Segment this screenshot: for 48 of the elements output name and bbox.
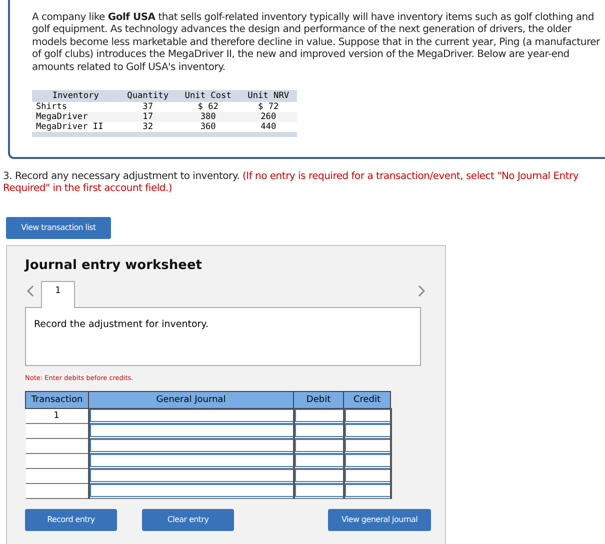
column-header: Transaction [26, 391, 88, 408]
table-cell: 17 [119, 112, 176, 122]
table-cell: 32 [119, 122, 176, 135]
debit-field[interactable] [294, 409, 342, 422]
column-header: Inventory [32, 90, 120, 102]
account-field[interactable] [90, 439, 292, 452]
question-text: 3. Record any necessary adjustment to inventory. (If no entry is required for a transaction/event, select "No Journal Entry Required" in the first account field.) [3, 171, 580, 196]
account-field[interactable] [90, 469, 292, 482]
table-cell: $ 62 [176, 102, 240, 112]
account-field[interactable] [90, 424, 292, 438]
transaction-cell: 1 [26, 408, 88, 424]
credit-field[interactable] [344, 409, 390, 422]
credit-field[interactable] [344, 484, 390, 498]
credit-field[interactable] [344, 469, 390, 482]
table-cell: 260 [240, 112, 297, 122]
table-cell: MegaDriver [32, 112, 120, 122]
action-button[interactable]: Clear entry [142, 508, 234, 531]
view-transaction-list-button[interactable]: View transaction list [6, 216, 111, 239]
table-cell: 37 [119, 102, 176, 112]
account-field[interactable] [90, 409, 292, 422]
debit-field[interactable] [294, 484, 342, 498]
debit-field[interactable] [294, 439, 342, 452]
table-cell: 440 [240, 122, 297, 135]
debit-field[interactable] [294, 454, 342, 468]
column-header: Unit NRV [240, 90, 297, 102]
column-header: Credit [344, 391, 390, 408]
problem-paragraph: A company like Golf USA that sells golf-related inventory typically will have inventory items such as golf clothing and golf equipment. As technology advances the design and performance of the next generation of drivers, the older models become less marketable and therefore decline in value. Suppose that in the current year, Ping (a manufacturer of golf clubs) introduces the MegaDriver II, the new and improved version of the MegaDriver. Below are year-end amounts related to Golf USA's inventory. [32, 12, 602, 74]
prompt-text: Record the adjustment for inventory. [33, 318, 210, 330]
column-header: Debit [294, 391, 344, 408]
entry-tab[interactable]: 1 [41, 280, 75, 308]
account-field[interactable] [90, 484, 292, 498]
account-field[interactable] [90, 454, 292, 468]
action-button[interactable]: Record entry [25, 508, 117, 531]
credit-field[interactable] [344, 454, 390, 468]
debit-field[interactable] [294, 469, 342, 482]
table-cell: MegaDriver II [32, 122, 120, 135]
debit-field[interactable] [294, 424, 342, 438]
column-header: Unit Cost [176, 90, 240, 102]
table-cell: 360 [176, 122, 240, 135]
worksheet-title: Journal entry worksheet [25, 258, 203, 273]
table-cell: 380 [176, 112, 240, 122]
table-cell: Shirts [32, 102, 120, 112]
table-cell: $ 72 [240, 102, 297, 112]
column-header: Quantity [119, 90, 176, 102]
credit-field[interactable] [344, 439, 390, 452]
credit-field[interactable] [344, 424, 390, 438]
column-header: General Journal [88, 391, 294, 408]
action-button[interactable]: View general journal [328, 508, 431, 531]
